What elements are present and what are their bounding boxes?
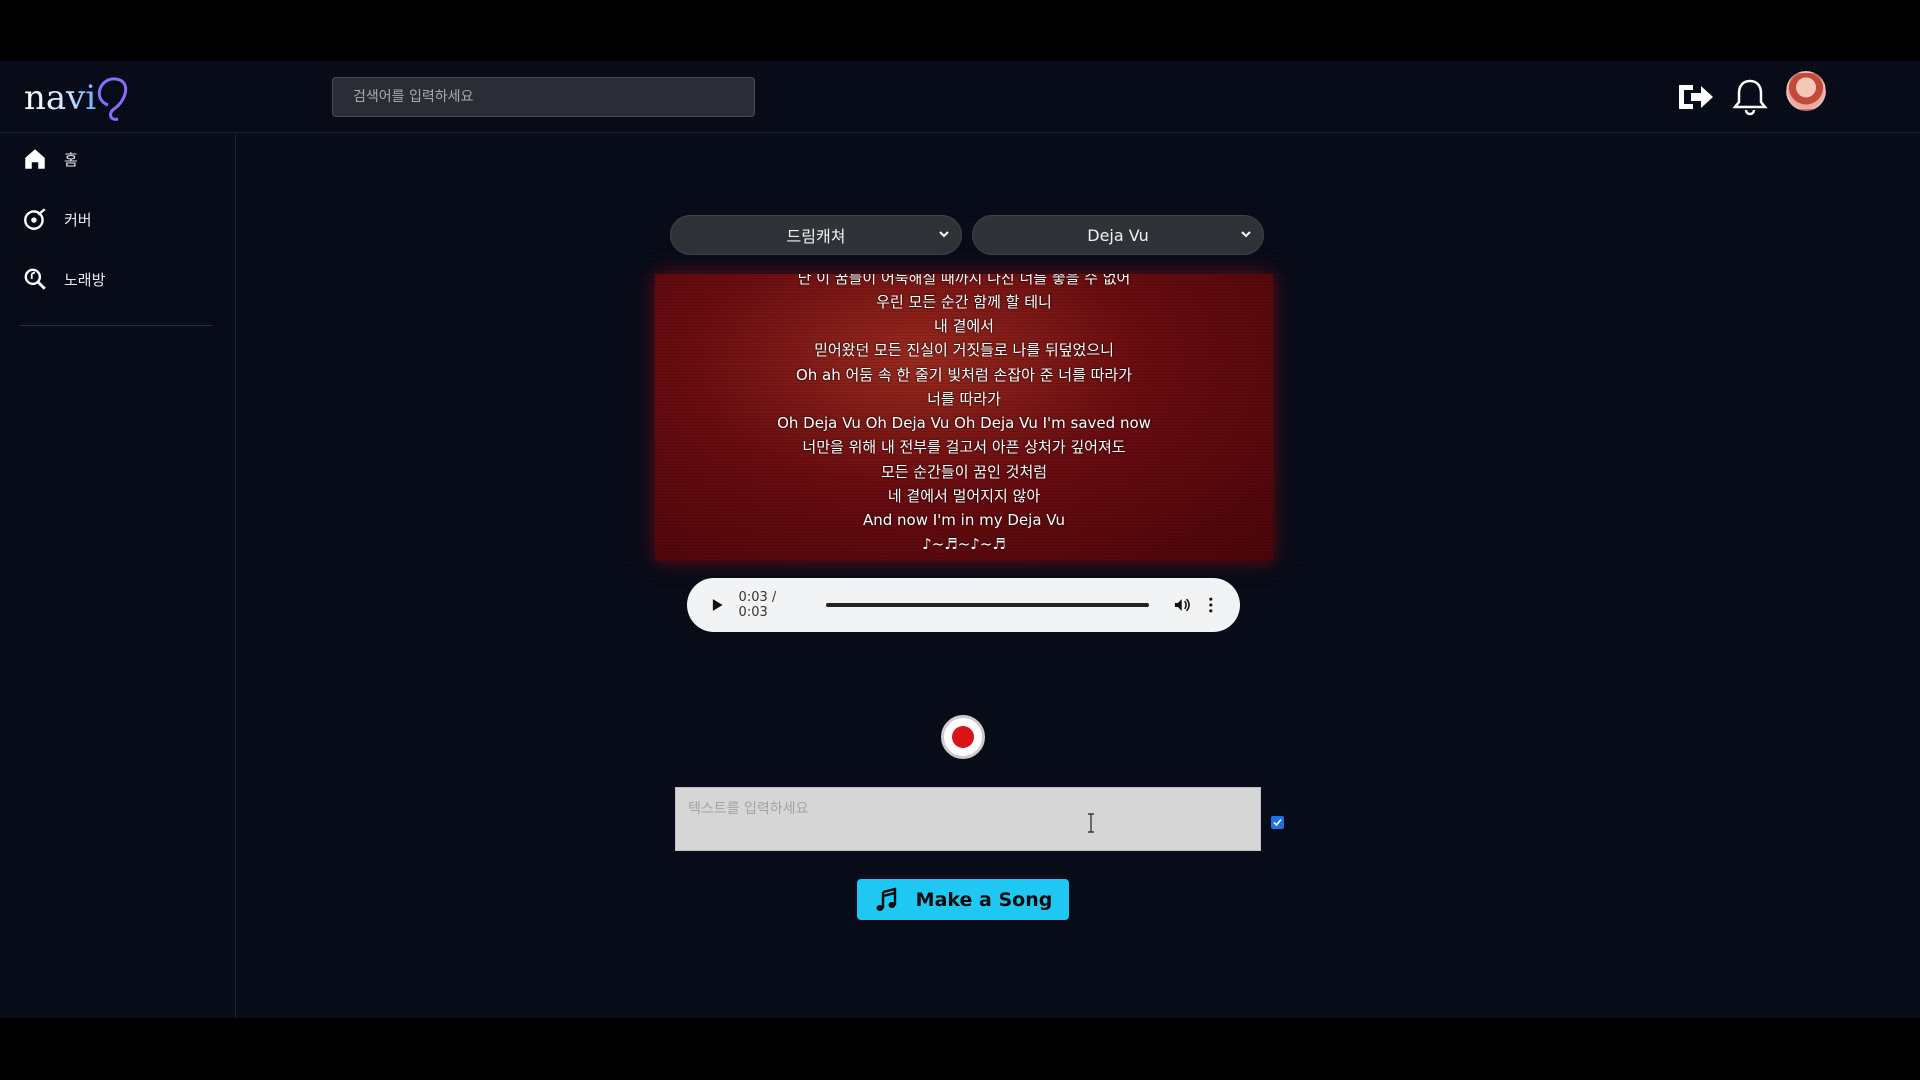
sidebar-item-label: 노래방 xyxy=(64,270,106,289)
option-checkbox[interactable] xyxy=(1271,816,1284,829)
navi-logo[interactable]: navi xyxy=(22,69,132,125)
logout-icon[interactable] xyxy=(1673,75,1717,119)
make-song-label: Make a Song xyxy=(915,888,1053,911)
lyric-line: 모든 순간들이 꿈인 것처럼 xyxy=(880,463,1048,481)
more-vertical-icon[interactable] xyxy=(1204,596,1218,614)
song-select[interactable]: Deja Vu xyxy=(972,215,1264,255)
lyrics-text-input[interactable] xyxy=(675,787,1261,851)
home-icon xyxy=(25,149,45,169)
lyric-line: 우린 모든 순간 함께 할 테니 xyxy=(876,293,1052,311)
lyric-line: ♪~♬~♪~♬ xyxy=(922,535,1006,553)
record-button[interactable] xyxy=(941,715,985,759)
sidebar-item-karaoke[interactable]: 노래방 xyxy=(22,263,212,295)
letterbox-top xyxy=(0,0,1920,61)
avatar[interactable] xyxy=(1786,71,1826,111)
header: navi xyxy=(0,61,1920,133)
record-dot xyxy=(952,726,974,748)
volume-icon[interactable] xyxy=(1173,596,1190,614)
cover-icon xyxy=(24,208,46,230)
sidebar: 홈 커버 노래방 xyxy=(0,133,236,1018)
lyric-line: 난 이 꿈들이 어둑해질 때까지 나진 너를 좋을 수 없어 xyxy=(797,274,1131,287)
sidebar-item-label: 홈 xyxy=(64,150,78,169)
letterbox-bottom xyxy=(0,1018,1920,1080)
lyric-line: And now I'm in my Deja Vu xyxy=(862,511,1066,529)
artist-select-value: 드림캐쳐 xyxy=(786,227,846,246)
check-icon xyxy=(1273,818,1282,827)
sidebar-divider xyxy=(20,325,212,326)
chevron-down-icon xyxy=(939,231,949,238)
artist-select[interactable]: 드림캐쳐 xyxy=(670,215,962,255)
lyric-line: 너만을 위해 내 전부를 걸고서 아픈 상처가 깊어져도 xyxy=(802,438,1126,456)
audio-time: 0:03 / 0:03 xyxy=(738,590,777,620)
logo-text: navi xyxy=(24,78,96,118)
sidebar-item-cover[interactable]: 커버 xyxy=(22,203,212,235)
text-cursor-icon xyxy=(1088,813,1094,833)
audio-player: 0:03 / 0:03 xyxy=(687,578,1240,632)
bell-icon[interactable] xyxy=(1728,75,1772,119)
lyric-line: 네 곁에서 멀어지지 않아 xyxy=(887,487,1041,505)
search-input[interactable] xyxy=(332,77,755,117)
lyric-line: 믿어왔던 모든 진실이 거짓들로 나를 뒤덮었으니 xyxy=(814,341,1114,359)
lyrics-panel: 난 이 꿈들이 어둑해질 때까지 나진 너를 좋을 수 없어 우린 모든 순간 … xyxy=(655,274,1273,561)
song-select-value: Deja Vu xyxy=(1087,225,1149,245)
make-song-button[interactable]: Make a Song xyxy=(857,879,1069,920)
lyric-line: 너를 따라가 xyxy=(927,390,1001,408)
sidebar-item-label: 커버 xyxy=(64,210,92,229)
music-note-icon xyxy=(876,886,896,911)
audio-progress[interactable] xyxy=(826,603,1149,607)
chevron-down-icon xyxy=(1241,231,1251,238)
lyric-line: Oh Deja Vu Oh Deja Vu Oh Deja Vu I'm sav… xyxy=(777,414,1151,432)
app-window: navi 홈 커버 노래방 드림캐쳐 De xyxy=(0,61,1920,1018)
sidebar-item-home[interactable]: 홈 xyxy=(22,143,212,175)
search-music-icon xyxy=(24,268,46,290)
lyric-line: 내 곁에서 xyxy=(934,317,994,335)
play-icon[interactable] xyxy=(709,597,725,613)
lyric-line: Oh ah 어둠 속 한 줄기 빛처럼 손잡아 준 너를 따라가 xyxy=(795,366,1133,384)
